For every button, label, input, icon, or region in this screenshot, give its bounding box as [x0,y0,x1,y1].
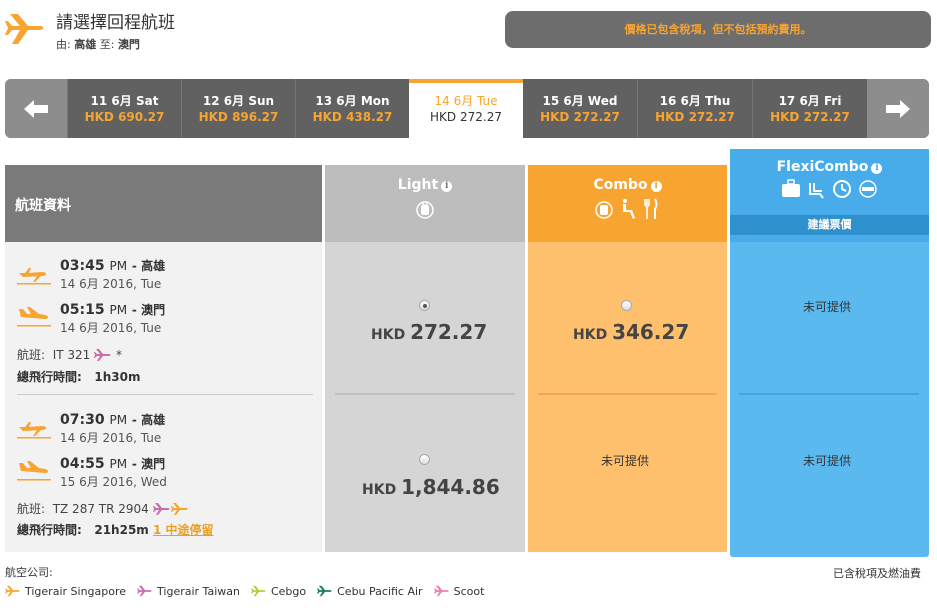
date-price: HKD 272.27 [430,110,502,124]
light-fare-radio-flight-1[interactable] [419,300,430,311]
tigerair-taiwan-plane-icon [94,348,111,361]
airline-legend-label: 航空公司: [5,566,53,579]
next-week-button[interactable] [867,79,929,138]
date-label: 11 6月 Sat [90,94,159,108]
date-price: HKD 272.27 [540,110,620,124]
arrival-date: 15 6月 2016, Wed [60,475,167,489]
departure-time: 07:30 PM - 高雄 [60,412,166,428]
date-tab-14-selected[interactable]: 14 6月 Tue HKD 272.27 [409,79,523,138]
cebgo-plane-icon [251,585,266,597]
legend-item: Cebu Pacific Air [317,584,423,598]
tigerair-singapore-plane-icon [170,502,188,515]
arrival-plane-icon [17,461,51,481]
total-duration: 總飛行時間: 1h30m [17,370,141,384]
departure-date: 14 6月 2016, Tue [60,431,162,445]
date-price: HKD 690.27 [84,110,165,124]
departure-time: 03:45 PM - 高雄 [60,258,166,274]
legend-item: Tigerair Singapore [5,584,126,598]
light-fare-price-flight-2: HKD 1,844.86 [362,475,500,499]
combo-fare-radio-flight-1[interactable] [621,300,632,311]
flexi-fare-name: FlexiCombo [776,159,869,175]
light-fare-price-flight-1: HKD 272.27 [371,320,488,344]
combo-fare-price-flight-1: HKD 346.27 [573,320,690,344]
tigerair-taiwan-plane-icon [152,502,170,515]
seat-icon [622,199,635,219]
light-fare-radio-flight-2[interactable] [419,454,430,465]
legend-item: Tigerair Taiwan [137,584,240,598]
fare-divider [739,393,919,395]
date-price: HKD 272.27 [655,110,735,124]
date-label: 13 6月 Mon [315,94,390,108]
arrival-time: 05:15 PM - 澳門 [60,302,166,318]
cebu-pacific-plane-icon [317,585,332,597]
date-label: 15 6月 Wed [542,94,618,108]
date-label: 12 6月 Sun [202,94,275,108]
airline-legend: Tigerair Singapore Tigerair Taiwan Cebgo… [5,584,495,598]
departure-date: 14 6月 2016, Tue [60,277,162,291]
checked-bag-icon [781,179,800,197]
flight-number-line: 航班: TZ 287 TR 2904 [17,500,189,517]
airplane-logo-icon [4,8,48,52]
legend-item: Scoot [433,584,484,598]
carry-on-bag-icon [416,201,434,219]
flight-info-header: 航班資料 [5,165,322,242]
legend-item: Cebgo [251,584,306,598]
flexi-not-available-flight-2: 未可提供 [803,454,852,468]
tax-notice-banner: 價格已包含稅項，但不包括預約費用。 [505,11,931,48]
light-fare-name: Light [397,177,439,193]
date-price: HKD 272.27 [770,110,850,124]
flexi-not-available-flight-1: 未可提供 [803,300,852,314]
fare-divider [538,393,717,395]
tigerair-taiwan-plane-icon [137,585,152,597]
date-tab-13[interactable]: 13 6月 Mon HKD 438.27 [295,79,409,138]
date-label: 17 6月 Fri [778,94,842,108]
date-tab-12[interactable]: 12 6月 Sun HKD 896.27 [181,79,295,138]
info-icon[interactable]: i [441,181,453,192]
stopover-link[interactable]: 1 中途停留 [153,523,214,537]
tax-included-note: 已含稅項及燃油費 [833,567,921,580]
fare-divider [335,393,515,395]
date-price: HKD 438.27 [312,110,393,124]
bag-icon [594,201,613,219]
route-subtitle: 由: 高雄 至: 澳門 [56,38,140,51]
combo-not-available-flight-2: 未可提供 [601,454,650,468]
tigerair-singapore-plane-icon [5,585,20,597]
combo-fare-name: Combo [593,177,648,193]
arrival-date: 14 6月 2016, Tue [60,321,162,335]
flight-number: TZ 287 TR 2904 [52,501,149,516]
departure-plane-icon [17,268,51,285]
recommended-fare-badge: 建議票價 [730,215,929,235]
date-tab-11[interactable]: 11 6月 Sat HKD 690.27 [67,79,181,138]
date-label: 14 6月 Tue [434,94,498,108]
flexibility-icon [833,180,852,198]
flight-number: IT 321 [52,347,91,362]
date-price: HKD 896.27 [198,110,279,124]
arrow-right-icon [886,99,910,118]
arrival-plane-icon [17,307,51,327]
light-fare-header: Light i [325,165,525,242]
arrow-left-icon [24,99,48,118]
meal-icon [644,198,658,219]
seat-icon [808,183,824,199]
departure-plane-icon [17,422,51,439]
arrival-time: 04:55 PM - 澳門 [60,456,166,472]
flight-separator [17,394,313,395]
krisflyer-icon [859,180,877,198]
date-tab-15[interactable]: 15 6月 Wed HKD 272.27 [523,79,637,138]
date-tab-16[interactable]: 16 6月 Thu HKD 272.27 [637,79,752,138]
prev-week-button[interactable] [5,79,67,138]
scoot-plane-icon [433,585,449,597]
total-duration: 總飛行時間: 21h25m 1 中途停留 [17,523,214,537]
date-tab-17[interactable]: 17 6月 Fri HKD 272.27 [752,79,867,138]
page-title: 請選擇回程航班 [56,13,175,33]
combo-fare-header: Combo i [528,165,727,242]
flight-number-line: 航班: IT 321 * [17,347,122,363]
info-icon[interactable]: i [650,181,662,192]
date-label: 16 6月 Thu [659,94,731,108]
info-icon[interactable]: i [871,163,883,174]
